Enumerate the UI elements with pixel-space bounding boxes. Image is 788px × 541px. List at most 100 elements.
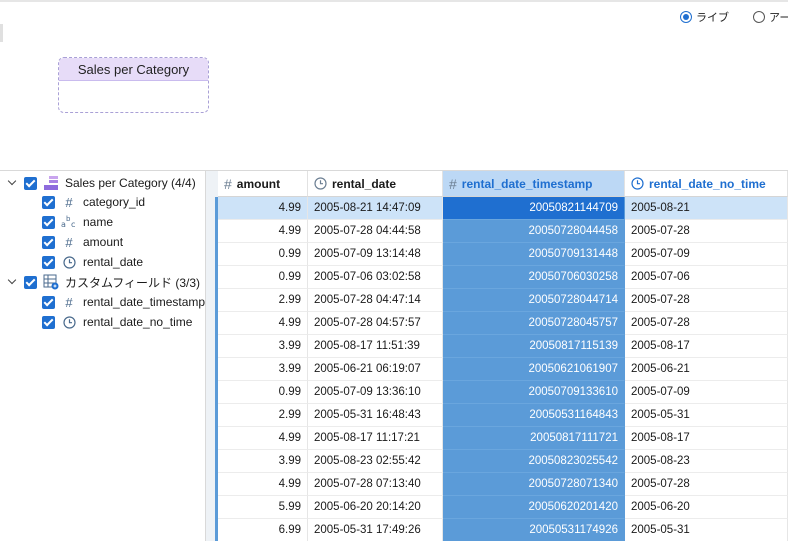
tree-field-category-id[interactable]: # category_id xyxy=(42,192,145,212)
table-cell[interactable]: 2005-06-20 xyxy=(625,496,788,519)
logical-table-card[interactable]: Sales per Category xyxy=(58,57,209,113)
tree-field-amount[interactable]: # amount xyxy=(42,232,123,252)
table-cell[interactable]: 2005-08-17 11:51:39 xyxy=(308,335,443,358)
table-cell[interactable]: 20050728071340 xyxy=(443,473,625,496)
table-cell[interactable]: 2005-06-20 20:14:20 xyxy=(308,496,443,519)
table-cell[interactable]: 0.99 xyxy=(218,381,308,404)
table-cell[interactable]: 2005-07-28 04:57:57 xyxy=(308,312,443,335)
table-cell[interactable]: 20050709133610 xyxy=(443,381,625,404)
extract-radio[interactable]: アー xyxy=(753,9,788,25)
table-cell[interactable]: 2005-05-31 16:48:43 xyxy=(308,404,443,427)
checkbox-name[interactable] xyxy=(42,215,55,229)
table-cell[interactable]: 4.99 xyxy=(218,220,308,243)
table-row[interactable]: 2.99 2005-07-28 04:47:14 20050728044714 200… xyxy=(218,289,788,312)
table-row[interactable]: 3.99 2005-08-17 11:51:39 20050817115139 200… xyxy=(218,335,788,358)
table-cell[interactable]: 2.99 xyxy=(218,289,308,312)
table-cell[interactable]: 2005-08-21 14:47:09 xyxy=(308,197,443,220)
table-cell[interactable]: 2005-07-28 04:47:14 xyxy=(308,289,443,312)
table-cell[interactable]: 2005-08-17 xyxy=(625,335,788,358)
tree-field-rental-date-timestamp[interactable]: # rental_date_timestamp xyxy=(42,292,205,312)
table-cell[interactable]: 2005-07-09 13:36:10 xyxy=(308,381,443,404)
table-cell[interactable]: 2005-07-28 xyxy=(625,312,788,335)
table-cell[interactable]: 2005-07-28 xyxy=(625,220,788,243)
table-row[interactable]: 4.99 2005-08-17 11:17:21 20050817111721 200… xyxy=(218,427,788,450)
column-header-rental-date-no-time[interactable]: rental_date_no_time xyxy=(625,171,788,197)
table-cell[interactable]: 20050728045757 xyxy=(443,312,625,335)
table-cell[interactable]: 20050620201420 xyxy=(443,496,625,519)
checkbox-rental-date-no-time[interactable] xyxy=(42,315,55,329)
table-cell[interactable]: 3.99 xyxy=(218,358,308,381)
checkbox-rental-date[interactable] xyxy=(42,255,55,269)
table-cell[interactable]: 5.99 xyxy=(218,496,308,519)
table-cell[interactable]: 6.99 xyxy=(218,519,308,541)
column-header-amount[interactable]: # amount xyxy=(218,171,308,197)
table-cell[interactable]: 20050823025542 xyxy=(443,450,625,473)
tree-node-table[interactable]: Sales per Category (4/4) xyxy=(8,173,196,193)
table-cell[interactable]: 2005-08-23 02:55:42 xyxy=(308,450,443,473)
tree-field-rental-date[interactable]: rental_date xyxy=(42,252,143,272)
table-row[interactable]: 3.99 2005-06-21 06:19:07 20050621061907 200… xyxy=(218,358,788,381)
column-header-rental-date[interactable]: rental_date xyxy=(308,171,443,197)
tree-field-rental-date-no-time[interactable]: rental_date_no_time xyxy=(42,312,192,332)
table-cell[interactable]: 20050728044458 xyxy=(443,220,625,243)
checkbox-amount[interactable] xyxy=(42,235,55,249)
table-cell[interactable]: 2.99 xyxy=(218,404,308,427)
table-cell[interactable]: 0.99 xyxy=(218,243,308,266)
table-row[interactable]: 0.99 2005-07-09 13:14:48 20050709131448 200… xyxy=(218,243,788,266)
table-cell[interactable]: 20050531164843 xyxy=(443,404,625,427)
tree-node-custom-fields[interactable]: カスタムフィールド (3/3) xyxy=(8,272,200,292)
table-cell[interactable]: 2005-08-17 11:17:21 xyxy=(308,427,443,450)
table-cell[interactable]: 20050821144709 xyxy=(443,197,625,220)
table-cell[interactable]: 2005-05-31 17:49:26 xyxy=(308,519,443,541)
table-cell[interactable]: 2005-07-09 13:14:48 xyxy=(308,243,443,266)
table-cell[interactable]: 2005-07-28 xyxy=(625,289,788,312)
checkbox-category-id[interactable] xyxy=(42,195,55,209)
table-cell[interactable]: 4.99 xyxy=(218,312,308,335)
table-row[interactable]: 0.99 2005-07-06 03:02:58 20050706030258 200… xyxy=(218,266,788,289)
table-cell[interactable]: 2005-05-31 xyxy=(625,519,788,541)
table-cell[interactable]: 2005-07-06 03:02:58 xyxy=(308,266,443,289)
table-cell[interactable]: 2005-07-28 xyxy=(625,473,788,496)
table-row[interactable]: 6.99 2005-05-31 17:49:26 20050531174926 200… xyxy=(218,519,788,541)
table-cell[interactable]: 2005-06-21 06:19:07 xyxy=(308,358,443,381)
table-cell[interactable]: 2005-07-09 xyxy=(625,243,788,266)
table-cell[interactable]: 4.99 xyxy=(218,197,308,220)
table-cell[interactable]: 20050817111721 xyxy=(443,427,625,450)
table-cell[interactable]: 2005-07-06 xyxy=(625,266,788,289)
table-row[interactable]: 4.99 2005-08-21 14:47:09 20050821144709 200… xyxy=(218,197,788,220)
live-radio[interactable]: ライブ xyxy=(680,9,729,25)
table-cell[interactable]: 0.99 xyxy=(218,266,308,289)
table-cell[interactable]: 20050621061907 xyxy=(443,358,625,381)
table-cell[interactable]: 4.99 xyxy=(218,427,308,450)
table-row[interactable]: 5.99 2005-06-20 20:14:20 20050620201420 200… xyxy=(218,496,788,519)
table-cell[interactable]: 2005-06-21 xyxy=(625,358,788,381)
table-row[interactable]: 4.99 2005-07-28 04:44:58 20050728044458 200… xyxy=(218,220,788,243)
chevron-down-icon[interactable] xyxy=(8,178,18,188)
checkbox-custom-fields[interactable] xyxy=(24,275,37,289)
table-cell[interactable]: 2005-05-31 xyxy=(625,404,788,427)
table-cell[interactable]: 20050728044714 xyxy=(443,289,625,312)
checkbox-rental-date-timestamp[interactable] xyxy=(42,295,55,309)
table-cell[interactable]: 3.99 xyxy=(218,450,308,473)
table-cell[interactable]: 20050706030258 xyxy=(443,266,625,289)
table-cell[interactable]: 2005-07-09 xyxy=(625,381,788,404)
table-cell[interactable]: 2005-08-21 xyxy=(625,197,788,220)
table-cell[interactable]: 20050531174926 xyxy=(443,519,625,541)
table-row[interactable]: 4.99 2005-07-28 04:57:57 20050728045757 200… xyxy=(218,312,788,335)
chevron-down-icon[interactable] xyxy=(8,277,18,287)
table-cell[interactable]: 2005-08-23 xyxy=(625,450,788,473)
table-cell[interactable]: 2005-07-28 07:13:40 xyxy=(308,473,443,496)
table-cell[interactable]: 20050817115139 xyxy=(443,335,625,358)
table-row[interactable]: 4.99 2005-07-28 07:13:40 20050728071340 200… xyxy=(218,473,788,496)
table-cell[interactable]: 20050709131448 xyxy=(443,243,625,266)
checkbox-table[interactable] xyxy=(24,176,37,190)
table-row[interactable]: 2.99 2005-05-31 16:48:43 20050531164843 200… xyxy=(218,404,788,427)
table-row[interactable]: 3.99 2005-08-23 02:55:42 20050823025542 200… xyxy=(218,450,788,473)
tree-field-name[interactable]: a b c name xyxy=(42,212,113,232)
table-cell[interactable]: 2005-07-28 04:44:58 xyxy=(308,220,443,243)
table-cell[interactable]: 2005-08-17 xyxy=(625,427,788,450)
table-cell[interactable]: 4.99 xyxy=(218,473,308,496)
table-cell[interactable]: 3.99 xyxy=(218,335,308,358)
column-header-rental-date-timestamp[interactable]: # rental_date_timestamp xyxy=(443,171,625,197)
table-row[interactable]: 0.99 2005-07-09 13:36:10 20050709133610 200… xyxy=(218,381,788,404)
